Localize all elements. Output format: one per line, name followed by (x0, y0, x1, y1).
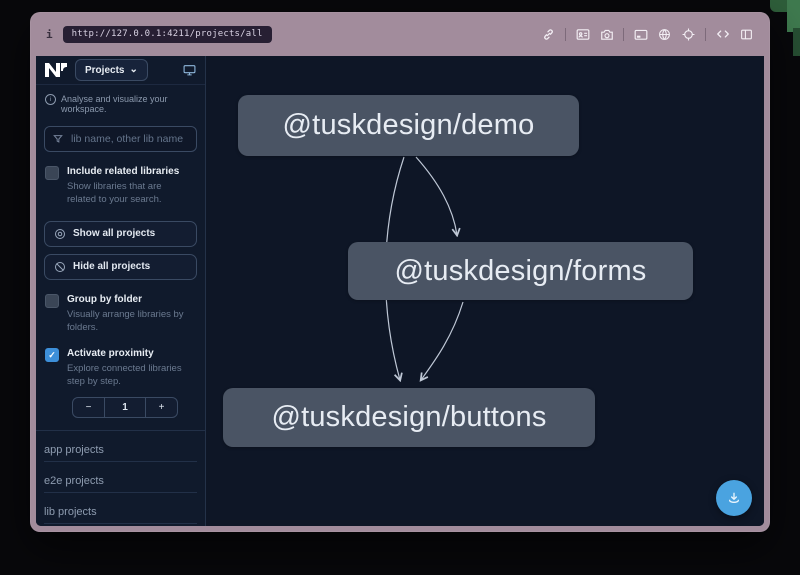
group-by-folder-description: Visually arrange libraries by folders. (67, 308, 196, 335)
graph-canvas[interactable]: @tuskdesign/demo @tuskdesign/forms @tusk… (206, 56, 764, 526)
download-icon (726, 490, 742, 506)
code-icon[interactable] (715, 27, 730, 42)
stepper-value: 1 (104, 398, 146, 417)
divider (705, 28, 706, 41)
projects-dropdown[interactable]: Projects ⌄ (75, 59, 148, 81)
url-bar[interactable]: http://127.0.0.1:4211/projects/all (63, 26, 272, 43)
partial-project-row (44, 524, 197, 526)
section-app-projects[interactable]: app projects (44, 431, 197, 462)
info-icon: i (45, 94, 56, 105)
download-graph-button[interactable] (716, 480, 752, 516)
group-by-folder-label: Group by folder (67, 293, 196, 306)
search-input[interactable] (69, 132, 188, 146)
chevron-down-icon: ⌄ (129, 64, 137, 75)
globe-icon[interactable] (657, 27, 672, 42)
divider (565, 28, 566, 41)
projects-dropdown-label: Projects (85, 65, 124, 76)
title-bar: i http://127.0.0.1:4211/projects/all (36, 12, 764, 56)
edge-demo-forms (416, 157, 457, 235)
info-icon: i (46, 28, 53, 41)
project-node-buttons[interactable]: @tuskdesign/buttons (223, 388, 595, 447)
divider (623, 28, 624, 41)
camera-icon[interactable] (599, 27, 614, 42)
filter-icon (53, 134, 63, 144)
project-sections: app projects e2e projects lib projects (36, 430, 205, 526)
stepper-increment-button[interactable]: + (146, 398, 177, 417)
activate-proximity-label: Activate proximity (67, 347, 196, 360)
activate-proximity-description: Explore connected libraries step by step… (67, 362, 196, 389)
nx-logo (45, 63, 67, 78)
app-window: i http://127.0.0.1:4211/projects/all (30, 12, 770, 532)
group-by-folder-row: Group by folder Visually arrange librari… (36, 280, 205, 335)
project-node-forms[interactable]: @tuskdesign/forms (348, 242, 693, 300)
section-e2e-projects[interactable]: e2e projects (44, 462, 197, 493)
window-content: Projects ⌄ i Analyse and visualize your … (36, 56, 764, 526)
activate-proximity-row: ✓ Activate proximity Explore connected l… (36, 334, 205, 389)
url-text: http://127.0.0.1:4211/projects/all (72, 29, 263, 39)
crosshair-icon[interactable] (681, 27, 696, 42)
include-related-checkbox[interactable] (45, 166, 59, 180)
sidebar-header: Projects ⌄ (36, 56, 205, 85)
columns-icon[interactable] (739, 27, 754, 42)
id-card-icon[interactable] (575, 27, 590, 42)
eye-off-icon (54, 261, 66, 273)
sidebar: Projects ⌄ i Analyse and visualize your … (36, 56, 206, 526)
monitor-icon[interactable] (183, 64, 196, 76)
include-related-description: Show libraries that are related to your … (67, 180, 196, 207)
link-icon[interactable] (541, 27, 556, 42)
show-all-projects-button[interactable]: Show all projects (44, 221, 197, 247)
desktop: i http://127.0.0.1:4211/projects/all (0, 0, 800, 575)
include-related-row: Include related libraries Show libraries… (36, 156, 205, 207)
project-node-demo[interactable]: @tuskdesign/demo (238, 95, 579, 156)
include-related-label: Include related libraries (67, 165, 196, 178)
edge-forms-buttons (421, 302, 463, 380)
section-lib-projects[interactable]: lib projects (44, 493, 197, 524)
wallpaper-blob (793, 28, 800, 56)
group-by-folder-checkbox[interactable] (45, 294, 59, 308)
library-search[interactable] (44, 126, 197, 152)
pip-window-icon[interactable] (633, 27, 648, 42)
hide-all-projects-button[interactable]: Hide all projects (44, 254, 197, 280)
activate-proximity-checkbox[interactable]: ✓ (45, 348, 59, 362)
proximity-stepper: − 1 + (72, 397, 178, 418)
eye-icon (54, 228, 66, 240)
workspace-tagline: i Analyse and visualize your workspace. (36, 85, 205, 118)
titlebar-actions (541, 27, 754, 42)
stepper-decrement-button[interactable]: − (73, 398, 104, 417)
